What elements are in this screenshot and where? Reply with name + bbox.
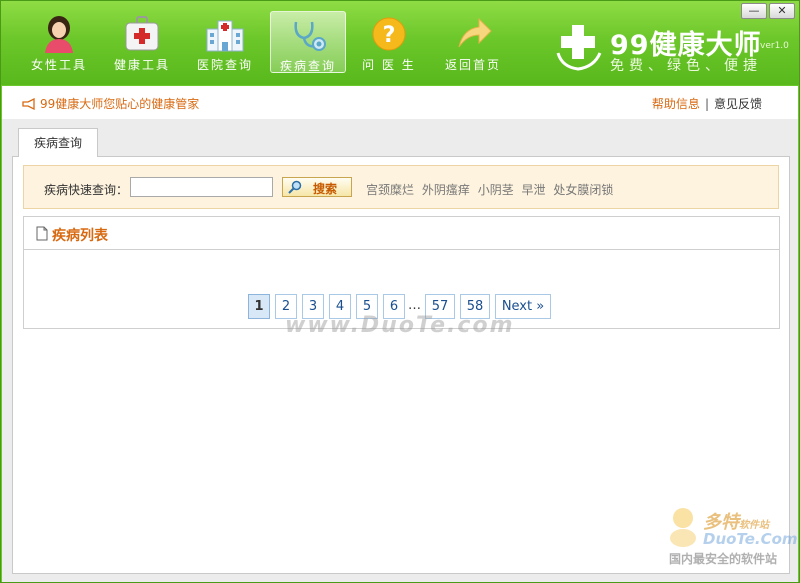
page-1-button[interactable]: 1 — [248, 294, 270, 319]
header-toolbar: 女性工具 健康工具 医院查询 疾病查询 ? 问 医 生 返回首页 99健康大师 … — [1, 1, 799, 85]
megaphone-icon — [22, 98, 35, 110]
tool-hospital[interactable]: 医院查询 — [187, 11, 263, 73]
tagline: 99健康大师您贴心的健康管家 — [22, 95, 199, 112]
feedback-link[interactable]: 意见反馈 — [714, 97, 762, 111]
question-icon: ? — [372, 17, 406, 51]
page-4-button[interactable]: 4 — [329, 294, 351, 319]
tagline-text: 99健康大师您贴心的健康管家 — [40, 97, 200, 111]
help-link[interactable]: 帮助信息 — [652, 97, 700, 111]
tool-health[interactable]: 健康工具 — [104, 11, 180, 73]
app-window: 女性工具 健康工具 医院查询 疾病查询 ? 问 医 生 返回首页 99健康大师 … — [0, 0, 800, 583]
brand-slogan: 免费、绿色、便捷 — [610, 58, 762, 74]
tab-panel: 疾病快速查询： 搜索 宫颈糜烂 外阴瘙痒 小阴茎 早泄 处女膜闭锁 疾病列表 1… — [12, 156, 790, 574]
tool-label: 疾病查询 — [279, 59, 336, 73]
search-icon — [288, 180, 302, 194]
search-button[interactable]: 搜索 — [282, 177, 352, 197]
tool-label: 女性工具 — [30, 58, 87, 72]
tool-label: 返回首页 — [444, 58, 501, 72]
minimize-button[interactable]: — — [741, 3, 767, 19]
back-arrow-icon — [458, 17, 492, 48]
top-links: 帮助信息 | 意见反馈 — [652, 95, 762, 112]
tool-label: 医院查询 — [196, 58, 253, 72]
page-58-button[interactable]: 58 — [460, 294, 490, 319]
tool-label: 健康工具 — [113, 58, 170, 72]
sub-bar: 99健康大师您贴心的健康管家 帮助信息 | 意见反馈 — [2, 86, 798, 119]
brand-version: ver1.0 — [760, 41, 789, 51]
search-label: 疾病快速查询： — [44, 183, 129, 197]
tab-disease-query[interactable]: 疾病查询 — [18, 128, 98, 157]
hot-tag-link[interactable]: 处女膜闭锁 — [553, 183, 613, 197]
tool-home[interactable]: 返回首页 — [435, 11, 511, 73]
content-area: 疾病查询 疾病快速查询： 搜索 宫颈糜烂 外阴瘙痒 小阴茎 早泄 处女膜闭锁 疾… — [2, 119, 798, 582]
next-page-button[interactable]: Next » — [495, 294, 551, 319]
list-header: 疾病列表 — [24, 217, 779, 250]
hot-tag-link[interactable]: 宫颈糜烂 — [366, 183, 414, 197]
search-button-label: 搜索 — [313, 182, 338, 196]
search-box: 疾病快速查询： 搜索 宫颈糜烂 外阴瘙痒 小阴茎 早泄 处女膜闭锁 — [23, 165, 779, 209]
page-2-button[interactable]: 2 — [275, 294, 297, 319]
svg-text:?: ? — [383, 23, 396, 48]
link-separator: | — [704, 97, 709, 111]
stethoscope-icon — [294, 21, 326, 51]
page-3-button[interactable]: 3 — [302, 294, 324, 319]
document-icon — [36, 226, 48, 241]
tool-disease[interactable]: 疾病查询 — [270, 11, 346, 73]
page-5-button[interactable]: 5 — [356, 294, 378, 319]
hospital-icon — [206, 20, 244, 52]
close-button[interactable]: ✕ — [769, 3, 795, 19]
page-6-button[interactable]: 6 — [383, 294, 405, 319]
tool-woman[interactable]: 女性工具 — [21, 11, 97, 73]
tool-label: 问 医 生 — [362, 58, 416, 72]
hot-tags: 宫颈糜烂 外阴瘙痒 小阴茎 早泄 处女膜闭锁 — [366, 181, 617, 198]
page-57-button[interactable]: 57 — [425, 294, 455, 319]
hot-tag-link[interactable]: 早泄 — [522, 183, 546, 197]
medkit-icon — [125, 16, 159, 51]
tool-ask-doctor[interactable]: ? 问 医 生 — [351, 11, 427, 73]
list-title: 疾病列表 — [52, 228, 108, 244]
hot-tag-link[interactable]: 外阴瘙痒 — [422, 183, 470, 197]
woman-icon — [45, 16, 73, 53]
brand-cross-logo-icon — [556, 25, 602, 71]
disease-list: 疾病列表 1 2 3 4 5 6 … 57 58 Next » — [23, 216, 780, 329]
page-ellipsis: … — [408, 298, 421, 313]
search-input[interactable] — [130, 177, 273, 197]
hot-tag-link[interactable]: 小阴茎 — [478, 183, 514, 197]
brand: 99健康大师 ver1.0 免费、绿色、便捷 — [556, 23, 796, 79]
